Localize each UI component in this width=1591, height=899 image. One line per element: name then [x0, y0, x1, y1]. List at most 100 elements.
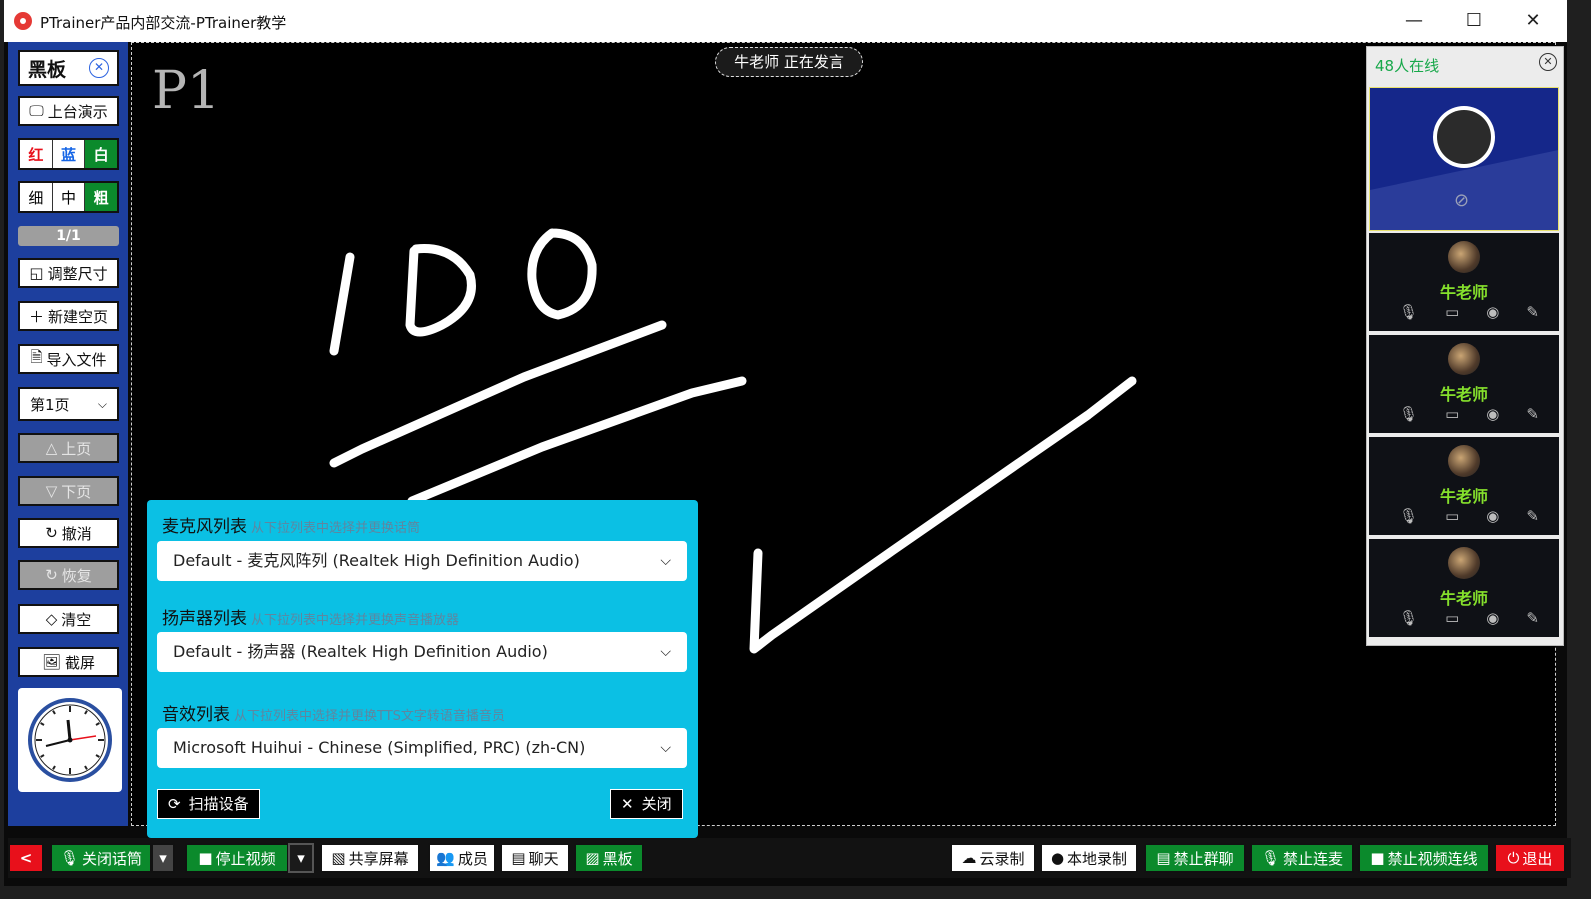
edit-icon[interactable]: ✎ [1526, 303, 1539, 321]
member-name: 牛老师 [1439, 589, 1488, 608]
mic-icon[interactable]: 🎙 [1399, 609, 1418, 627]
avatar [1448, 241, 1480, 273]
close-dialog-button[interactable]: ✕ 关闭 [610, 789, 683, 819]
chat-button[interactable]: ▤ 聊天 [500, 843, 570, 873]
page-dropdown[interactable]: 第1页 ⌵ [18, 387, 119, 421]
next-page-button[interactable]: ▽ 下页 [18, 476, 119, 506]
ban-mic-link-button[interactable]: 🎙 禁止连麦 [1250, 843, 1354, 873]
video-icon[interactable]: ▭ [1445, 507, 1459, 525]
cloud-icon: ☁ [961, 849, 977, 867]
sfx-select[interactable]: Microsoft Huihui - Chinese (Simplified, … [157, 728, 687, 768]
undo-button[interactable]: ↻ 撤消 [18, 518, 119, 548]
main-video-tile[interactable]: ⊘ [1369, 87, 1559, 231]
video-dropdown-button[interactable]: ▾ [288, 843, 314, 873]
caret-down-icon: ▾ [159, 849, 167, 867]
power-icon: ⏻ [1507, 849, 1520, 867]
screenshot-button[interactable]: 🖼 截屏 [18, 647, 119, 677]
avatar [1448, 343, 1480, 375]
import-file-button[interactable]: 🗎 导入文件 [18, 344, 119, 374]
cast-icon: ▨ [585, 849, 600, 867]
maximize-button[interactable]: ☐ [1446, 4, 1502, 38]
chat-icon: ▤ [511, 849, 526, 867]
blackboard-label: 黑板 [602, 849, 633, 868]
color-red-option[interactable]: 红 [20, 140, 53, 168]
speaker-select-value: Default - 扬声器 (Realtek High Definition A… [173, 642, 548, 661]
camera-icon[interactable]: ◉ [1486, 609, 1499, 627]
chevron-down-icon: ⌵ [660, 740, 671, 756]
member-card[interactable]: 牛老师 🎙 ▭ ◉ ✎ [1369, 233, 1559, 333]
size-thin-option[interactable]: 细 [20, 183, 53, 211]
close-window-button[interactable]: ✕ [1505, 4, 1561, 38]
present-label: 上台演示 [47, 102, 108, 121]
new-page-label: 新建空页 [48, 307, 109, 326]
prev-page-button[interactable]: △ 上页 [18, 433, 119, 463]
resize-label: 调整尺寸 [47, 264, 108, 283]
exit-button[interactable]: ⏻ 退出 [1494, 843, 1566, 873]
online-count: 48人在线 [1375, 57, 1440, 75]
video-icon[interactable]: ▭ [1445, 303, 1459, 321]
mic-icon[interactable]: 🎙 [1399, 405, 1418, 423]
camera-icon[interactable]: ◉ [1486, 507, 1499, 525]
presenter-icon: 🖵 [29, 102, 44, 120]
ban-mic-link-label: 禁止连麦 [1283, 849, 1344, 868]
edit-icon[interactable]: ✎ [1526, 609, 1539, 627]
mic-icon[interactable]: 🎙 [1399, 303, 1418, 321]
video-toggle-button[interactable]: ■ 停止视频 [185, 843, 289, 873]
present-button[interactable]: 🖵 上台演示 [18, 96, 119, 126]
mic-list-hint: 从下拉列表中选择并更换话筒 [251, 521, 421, 536]
board-title-box: 黑板 ✕ [18, 50, 119, 86]
clear-button[interactable]: ◇ 清空 [18, 604, 119, 634]
pen-color-selector: 红 蓝 白 [18, 138, 119, 170]
scan-devices-button[interactable]: ⟳ 扫描设备 [157, 789, 260, 819]
title-bar: PTrainer产品内部交流-PTrainer教学 — ☐ ✕ [4, 0, 1567, 42]
chevron-down-icon: ⌵ [660, 644, 671, 660]
analog-clock [18, 688, 122, 792]
blackboard-button[interactable]: ▨ 黑板 [574, 843, 644, 873]
chevron-down-icon: ⌵ [660, 553, 671, 569]
close-board-icon[interactable]: ✕ [89, 58, 109, 78]
clock-face-icon [28, 698, 112, 782]
member-name: 牛老师 [1439, 487, 1488, 506]
new-page-button[interactable]: ＋新建空页 [18, 301, 119, 331]
members-button[interactable]: 👥 成员 [428, 843, 496, 873]
redo-button[interactable]: ↻ 恢复 [18, 560, 119, 590]
video-icon[interactable]: ▭ [1445, 405, 1459, 423]
speaker-select[interactable]: Default - 扬声器 (Realtek High Definition A… [157, 632, 687, 672]
edit-icon[interactable]: ✎ [1526, 405, 1539, 423]
mic-select[interactable]: Default - 麦克风阵列 (Realtek High Definition… [157, 541, 687, 581]
size-medium-option[interactable]: 中 [52, 183, 86, 211]
ban-group-chat-button[interactable]: ▤ 禁止群聊 [1144, 843, 1246, 873]
local-record-button[interactable]: ● 本地录制 [1040, 843, 1138, 873]
camera-icon[interactable]: ◉ [1486, 303, 1499, 321]
video-icon[interactable]: ▭ [1445, 609, 1459, 627]
video-camera-icon: ■ [1370, 849, 1385, 867]
close-icon: ✕ [621, 795, 634, 813]
bottom-toolbar: < 🎙 关闭话筒 ▾ ■ 停止视频 ▾ ▧ 共享屏幕 👥 成员 ▤ 聊天 ▨ 黑板 ☁ 云录制… [8, 838, 1571, 878]
resize-icon: ◱ [29, 264, 44, 282]
back-button[interactable]: < [8, 843, 44, 873]
mic-dropdown-button[interactable]: ▾ [151, 843, 175, 873]
minimize-button[interactable]: — [1386, 4, 1442, 38]
refresh-icon: ⟳ [168, 795, 181, 813]
member-card[interactable]: 牛老师 🎙 ▭ ◉ ✎ [1369, 335, 1559, 435]
mic-toggle-button[interactable]: 🎙 关闭话筒 [50, 843, 152, 873]
color-white-option[interactable]: 白 [85, 140, 118, 168]
size-thick-option[interactable]: 粗 [85, 183, 118, 211]
page-counter: 1/1 [18, 226, 119, 246]
sfx-list-heading: 音效列表 从下拉列表中选择并更换TTS文字转语音播音员 [162, 700, 505, 725]
member-card[interactable]: 牛老师 🎙 ▭ ◉ ✎ [1369, 437, 1559, 537]
cloud-record-button[interactable]: ☁ 云录制 [950, 843, 1036, 873]
camera-icon[interactable]: ◉ [1486, 405, 1499, 423]
share-screen-label: 共享屏幕 [348, 849, 409, 868]
edit-icon[interactable]: ✎ [1526, 507, 1539, 525]
pdf-file-icon: 🗎 [30, 347, 43, 366]
color-blue-option[interactable]: 蓝 [52, 140, 86, 168]
mic-icon[interactable]: 🎙 [1399, 507, 1418, 525]
member-card[interactable]: 牛老师 🎙 ▭ ◉ ✎ [1369, 539, 1559, 637]
record-dot-icon: ● [1050, 849, 1065, 867]
resize-button[interactable]: ◱ 调整尺寸 [18, 258, 119, 288]
close-dialog-label: 关闭 [641, 795, 672, 813]
share-screen-button[interactable]: ▧ 共享屏幕 [320, 843, 420, 873]
close-panel-icon[interactable]: ✕ [1539, 53, 1557, 71]
ban-video-link-button[interactable]: ■ 禁止视频连线 [1358, 843, 1490, 873]
